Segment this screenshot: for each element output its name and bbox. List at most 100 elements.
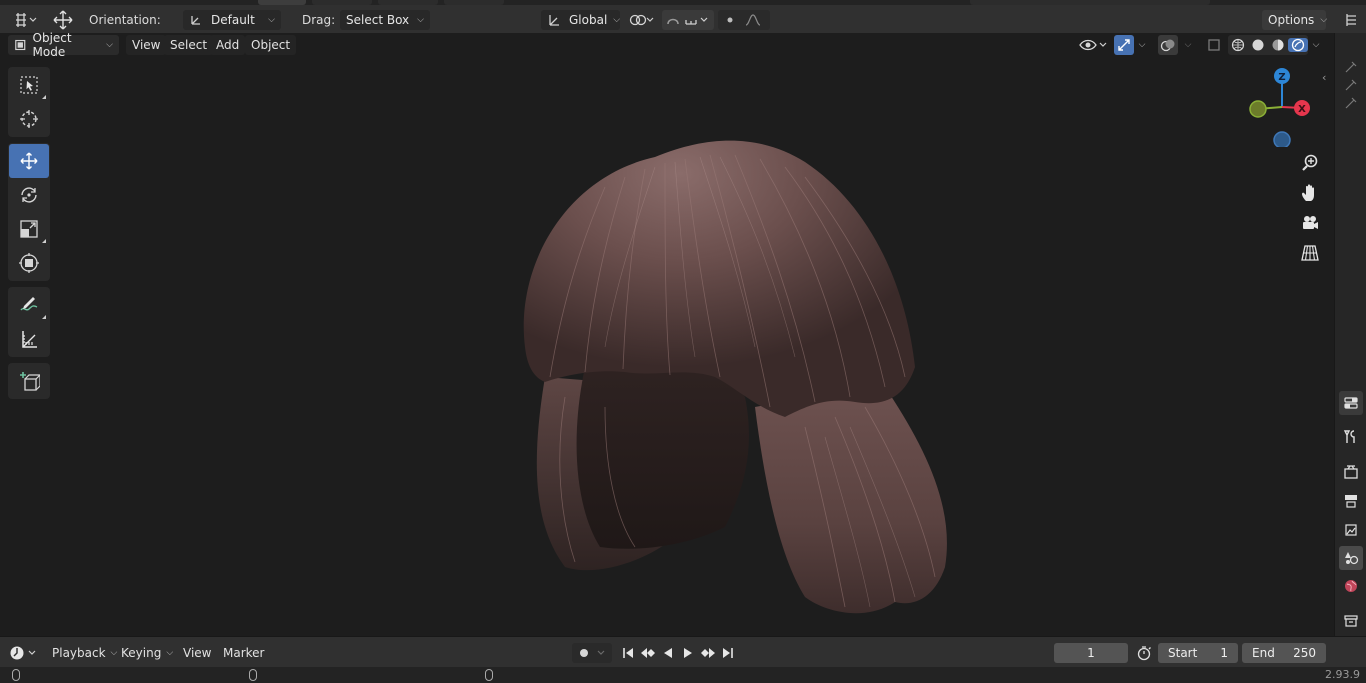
tool-group-select — [8, 67, 50, 137]
chevron-down-icon: ⌵ — [1320, 15, 1328, 25]
scale-tool-icon[interactable] — [9, 212, 49, 246]
output-icon[interactable] — [1339, 489, 1363, 513]
rendered-shading-icon[interactable] — [1288, 38, 1308, 52]
menu-add[interactable]: Add — [210, 35, 246, 55]
status-bar: 2.93.9 — [0, 667, 1366, 683]
drag-dropdown[interactable]: Select Box ⌵ — [340, 10, 430, 30]
tool-header-icon[interactable] — [1339, 91, 1363, 115]
play-reverse-icon[interactable] — [658, 643, 678, 663]
workspace-tab-active[interactable] — [258, 0, 306, 5]
hair-mesh-render[interactable] — [505, 107, 965, 627]
overlay-icon[interactable] — [1158, 35, 1178, 55]
jump-to-end-icon[interactable] — [718, 643, 738, 663]
pan-hand-icon[interactable] — [1296, 179, 1324, 207]
playback-label: Playback — [52, 646, 106, 660]
select-box-tool-icon[interactable] — [9, 68, 49, 102]
solid-shading-icon[interactable] — [1248, 38, 1268, 52]
tool-group-add — [8, 363, 50, 399]
scene-selector[interactable] — [970, 0, 1210, 5]
keying-menu[interactable]: Keying ⌵ — [115, 643, 179, 663]
annotate-tool-icon[interactable] — [9, 288, 49, 322]
snap-icon[interactable] — [662, 10, 714, 30]
visibility-icon[interactable] — [1076, 35, 1110, 55]
world-icon[interactable] — [1339, 574, 1363, 598]
gizmo-y-axis[interactable] — [1249, 100, 1267, 118]
chevron-down-icon[interactable]: ⌵ — [1134, 35, 1150, 55]
mouse-middle-icon — [249, 669, 257, 681]
chevron-down-icon[interactable]: ⌵ — [1180, 35, 1196, 55]
workspace-tab-strip — [0, 0, 1366, 5]
axis-icon — [191, 16, 200, 25]
collection-icon[interactable] — [1339, 609, 1363, 633]
editor-type-icon[interactable] — [10, 10, 40, 30]
workspace-tab[interactable] — [378, 0, 438, 5]
add-cube-tool-icon[interactable] — [9, 364, 49, 398]
playback-menu[interactable]: Playback ⌵ — [46, 643, 123, 663]
tool-shelf — [8, 67, 50, 405]
start-label: Start — [1168, 646, 1198, 660]
menu-select[interactable]: Select — [164, 35, 214, 55]
camera-icon[interactable] — [1296, 209, 1324, 237]
viewport-header: Object Mode ⌵ View Select Add Object ⌵ ⌵ — [0, 31, 1334, 59]
timeline-view-menu[interactable]: View — [177, 643, 217, 663]
marker-menu[interactable]: Marker — [217, 643, 270, 663]
3d-viewport[interactable]: Object Mode ⌵ View Select Add Object ⌵ ⌵ — [0, 31, 1334, 636]
shading-buttons — [1228, 35, 1308, 55]
gizmo-toggle-icon[interactable] — [1114, 35, 1134, 55]
menu-object[interactable]: Object — [245, 35, 297, 55]
move-gizmo-icon[interactable] — [50, 10, 76, 30]
chevron-down-icon[interactable]: ⌵ — [1308, 35, 1324, 55]
options-label: Options — [1268, 13, 1315, 27]
rotate-tool-icon[interactable] — [9, 178, 49, 212]
preview-range-icon[interactable] — [1134, 643, 1154, 663]
view-layer-icon[interactable] — [1339, 518, 1363, 542]
navigation-gizmo[interactable]: Z X — [1240, 67, 1320, 147]
properties-editor-icon[interactable] — [1339, 391, 1363, 415]
xray-icon[interactable] — [1204, 35, 1224, 55]
keying-label: Keying — [121, 646, 162, 660]
orientation-label: Orientation: — [89, 13, 161, 27]
workspace-tab[interactable] — [444, 0, 504, 5]
tool-icon[interactable] — [1339, 425, 1363, 449]
zoom-icon[interactable] — [1296, 149, 1324, 177]
auto-keying-button[interactable] — [572, 643, 612, 663]
end-value: 250 — [1293, 646, 1316, 660]
jump-to-keyframe-forward-icon[interactable] — [698, 643, 718, 663]
jump-to-keyframe-back-icon[interactable] — [638, 643, 658, 663]
start-frame-field[interactable]: Start 1 — [1158, 643, 1238, 663]
play-icon[interactable] — [678, 643, 698, 663]
end-label: End — [1252, 646, 1275, 660]
options-dropdown[interactable]: Options ⌵ — [1262, 10, 1328, 30]
grid-icon[interactable] — [1296, 239, 1324, 267]
sidebar-collapse-icon[interactable]: ‹ — [1322, 71, 1326, 84]
jump-to-start-icon[interactable] — [618, 643, 638, 663]
mode-dropdown[interactable]: Object Mode ⌵ — [8, 31, 119, 59]
chevron-down-icon: ⌵ — [613, 15, 621, 25]
proportional-editing-icon[interactable] — [718, 10, 770, 30]
menu-view[interactable]: View — [126, 35, 167, 55]
move-tool-icon[interactable] — [9, 144, 49, 178]
current-frame-field[interactable]: 1 — [1054, 643, 1128, 663]
workspace-tab[interactable] — [312, 0, 372, 5]
render-icon[interactable] — [1339, 460, 1363, 484]
measure-tool-icon[interactable] — [9, 322, 49, 356]
object-mode-icon — [15, 39, 26, 51]
transform-orientation-dropdown[interactable]: Global ⌵ — [541, 10, 620, 30]
chevron-down-icon: ⌵ — [166, 648, 174, 658]
tool-settings-header: Orientation: Default ⌵ Drag: Select Box … — [0, 0, 1366, 33]
wireframe-shading-icon[interactable] — [1228, 38, 1248, 52]
chevron-down-icon: ⌵ — [417, 15, 424, 25]
drag-value: Select Box — [346, 13, 410, 27]
timeline-editor-type-icon[interactable] — [8, 643, 40, 663]
global-axis-icon — [549, 15, 559, 26]
pivot-point-icon[interactable] — [626, 10, 658, 30]
end-frame-field[interactable]: End 250 — [1242, 643, 1326, 663]
gizmo-neg-z-axis[interactable] — [1273, 131, 1291, 147]
sidebar-toggle-icon[interactable] — [1342, 10, 1362, 30]
scene-icon[interactable] — [1339, 546, 1363, 570]
transform-orientation-value: Global — [569, 13, 608, 27]
cursor-tool-icon[interactable] — [9, 102, 49, 136]
orientation-dropdown[interactable]: Default ⌵ — [183, 10, 281, 30]
material-shading-icon[interactable] — [1268, 38, 1288, 52]
transform-tool-icon[interactable] — [9, 246, 49, 280]
